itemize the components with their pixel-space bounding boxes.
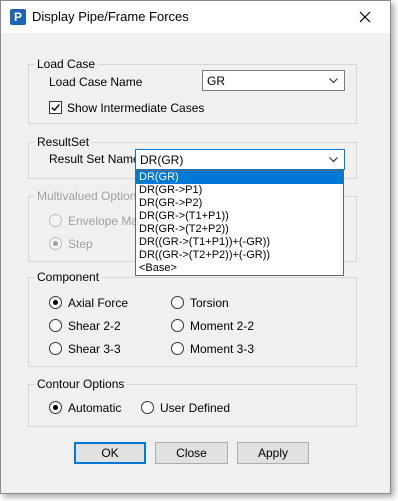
dropdown-option[interactable]: DR(GR->(T1+P1)) bbox=[136, 210, 343, 223]
user-defined-radio[interactable] bbox=[141, 401, 154, 414]
chevron-down-icon bbox=[329, 78, 338, 84]
show-intermediate-checkbox[interactable] bbox=[49, 101, 62, 114]
show-intermediate-label[interactable]: Show Intermediate Cases bbox=[67, 101, 204, 115]
ok-button[interactable]: OK bbox=[74, 442, 146, 464]
moment-3-3-label[interactable]: Moment 3-3 bbox=[190, 342, 254, 356]
dropdown-option[interactable]: DR((GR->(T2+P2))+(-GR)) bbox=[136, 249, 343, 262]
axial-force-radio[interactable] bbox=[49, 296, 62, 309]
shear-3-3-label[interactable]: Shear 3-3 bbox=[68, 342, 121, 356]
dropdown-option[interactable]: <Base> bbox=[136, 262, 343, 275]
torsion-label[interactable]: Torsion bbox=[190, 296, 229, 310]
result-set-name-value: DR(GR) bbox=[140, 153, 184, 167]
component-legend: Component bbox=[34, 270, 103, 284]
shear-3-3-radio[interactable] bbox=[49, 342, 62, 355]
apply-button[interactable]: Apply bbox=[237, 442, 309, 464]
contour-options-legend: Contour Options bbox=[34, 377, 128, 391]
envelope-max-radio bbox=[49, 214, 62, 227]
result-set-legend: ResultSet bbox=[34, 135, 93, 149]
chevron-down-icon bbox=[329, 157, 338, 163]
step-label: Step bbox=[68, 237, 93, 251]
axial-force-label[interactable]: Axial Force bbox=[68, 296, 128, 310]
dropdown-option[interactable]: DR((GR->(T1+P1))+(-GR)) bbox=[136, 236, 343, 249]
step-radio bbox=[49, 237, 62, 250]
moment-3-3-radio[interactable] bbox=[171, 342, 184, 355]
close-icon bbox=[359, 11, 371, 23]
load-case-name-combo[interactable]: GR bbox=[202, 70, 345, 91]
envelope-max-label: Envelope Max bbox=[68, 214, 145, 228]
close-window-button[interactable] bbox=[353, 6, 377, 28]
multivalued-options-legend: Multivalued Options bbox=[34, 189, 146, 203]
torsion-radio[interactable] bbox=[171, 296, 184, 309]
dropdown-option[interactable]: DR(GR) bbox=[136, 171, 343, 184]
dialog-window: P Display Pipe/Frame Forces Load Case Lo… bbox=[0, 0, 391, 494]
close-button[interactable]: Close bbox=[155, 442, 228, 464]
result-set-dropdown-list[interactable]: DR(GR) DR(GR->P1) DR(GR->P2) DR(GR->(T1+… bbox=[135, 170, 344, 276]
automatic-label[interactable]: Automatic bbox=[68, 401, 121, 415]
moment-2-2-radio[interactable] bbox=[171, 319, 184, 332]
automatic-radio[interactable] bbox=[49, 401, 62, 414]
result-set-name-combo[interactable]: DR(GR) bbox=[135, 149, 345, 170]
user-defined-label[interactable]: User Defined bbox=[160, 401, 230, 415]
load-case-legend: Load Case bbox=[34, 57, 99, 71]
load-case-name-value: GR bbox=[207, 74, 225, 88]
load-case-name-label: Load Case Name bbox=[49, 75, 143, 89]
title-bar[interactable]: P Display Pipe/Frame Forces bbox=[1, 1, 390, 33]
dropdown-option[interactable]: DR(GR->(T2+P2)) bbox=[136, 223, 343, 236]
checkmark-icon bbox=[51, 104, 60, 112]
shear-2-2-radio[interactable] bbox=[49, 319, 62, 332]
dropdown-option[interactable]: DR(GR->P1) bbox=[136, 184, 343, 197]
moment-2-2-label[interactable]: Moment 2-2 bbox=[190, 319, 254, 333]
result-set-name-label: Result Set Name bbox=[49, 152, 140, 166]
shear-2-2-label[interactable]: Shear 2-2 bbox=[68, 319, 121, 333]
app-icon: P bbox=[10, 9, 26, 25]
window-title: Display Pipe/Frame Forces bbox=[32, 9, 189, 24]
dropdown-option[interactable]: DR(GR->P2) bbox=[136, 197, 343, 210]
